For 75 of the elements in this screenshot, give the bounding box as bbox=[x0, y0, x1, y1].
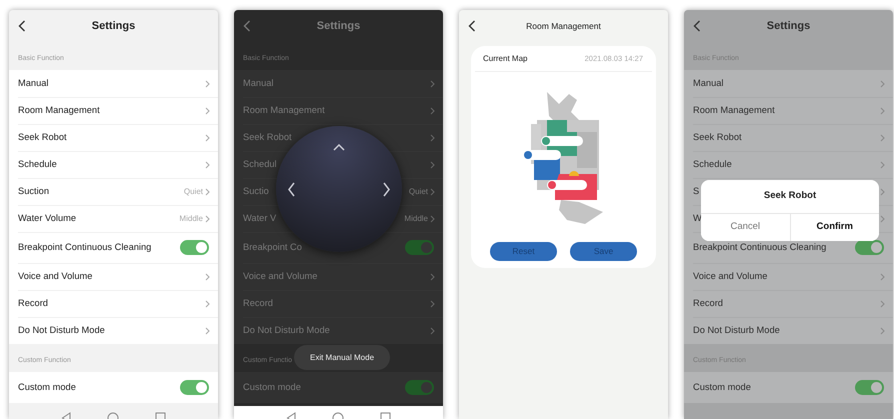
setting-label: Custom mode bbox=[18, 380, 76, 394]
chevron-right-icon bbox=[205, 272, 210, 280]
menu-item[interactable]: Voice and Volume bbox=[693, 270, 768, 284]
screen-title: Settings bbox=[316, 18, 360, 34]
chevron-right-icon bbox=[430, 214, 435, 222]
menu-item[interactable]: Seek Robot bbox=[18, 130, 67, 144]
setting-label: Breakpoint Co bbox=[243, 240, 302, 254]
menu-item[interactable]: Schedule bbox=[18, 158, 57, 172]
menu-item[interactable]: W bbox=[693, 212, 702, 226]
chevron-right-icon bbox=[880, 134, 885, 142]
chevron-right-icon bbox=[205, 214, 210, 222]
menu-item[interactable]: Record bbox=[18, 296, 48, 310]
card-title: Current Map bbox=[483, 52, 528, 64]
chevron-right-icon bbox=[430, 106, 435, 114]
chevron-right-icon bbox=[430, 188, 435, 196]
chevron-right-button[interactable] bbox=[383, 182, 390, 197]
setting-label: Breakpoint Continuous Cleaning bbox=[18, 240, 152, 254]
screen-title: Settings bbox=[92, 18, 136, 34]
chevron-right-icon bbox=[430, 160, 435, 168]
chevron-up-button[interactable] bbox=[333, 144, 345, 151]
chevron-right-icon bbox=[880, 80, 885, 88]
toggle-switch[interactable] bbox=[180, 240, 209, 255]
screen-title: Room Management bbox=[526, 20, 601, 32]
menu-item[interactable]: Seek Robot bbox=[693, 130, 742, 144]
menu-item[interactable]: Voice and Volume bbox=[18, 270, 92, 284]
dialog-title: Seek Robot bbox=[764, 189, 816, 204]
screen-title: Settings bbox=[766, 18, 810, 34]
chevron-right-icon bbox=[880, 106, 885, 114]
chevron-right-icon bbox=[430, 134, 435, 142]
value-label: Middle bbox=[179, 212, 203, 224]
back-button[interactable] bbox=[693, 20, 701, 32]
exit-manual-button[interactable]: Exit Manual Mode bbox=[294, 345, 390, 370]
toggle-switch[interactable] bbox=[405, 380, 434, 395]
chevron-right-icon bbox=[880, 214, 885, 222]
chevron-right-icon bbox=[205, 160, 210, 168]
value-label: Quiet bbox=[408, 186, 428, 198]
chevron-right-icon bbox=[205, 188, 210, 196]
menu-item[interactable]: Manual bbox=[18, 76, 48, 90]
chevron-right-icon bbox=[205, 326, 210, 334]
chevron-right-icon bbox=[430, 326, 435, 334]
chevron-right-icon bbox=[430, 80, 435, 88]
toggle-switch[interactable] bbox=[180, 380, 209, 395]
chevron-left-button[interactable] bbox=[288, 182, 295, 197]
chevron-right-icon bbox=[205, 106, 210, 114]
setting-label: Breakpoint Continuous Cleaning bbox=[693, 240, 826, 254]
toggle-switch[interactable] bbox=[405, 240, 434, 255]
menu-item[interactable]: Room Management bbox=[18, 104, 100, 118]
menu-item[interactable]: Water Volume bbox=[18, 212, 76, 226]
menu-item[interactable]: S bbox=[693, 184, 700, 198]
chevron-right-icon bbox=[205, 300, 210, 308]
chevron-right-icon bbox=[880, 188, 885, 196]
value-label: Middle bbox=[404, 212, 428, 224]
confirm-button[interactable]: Confirm bbox=[790, 214, 879, 241]
chevron-right-icon bbox=[430, 300, 435, 308]
chevron-right-icon bbox=[880, 300, 885, 308]
setting-label: Custom mode bbox=[243, 380, 301, 394]
chevron-right-icon bbox=[430, 272, 435, 280]
toggle-switch[interactable] bbox=[855, 380, 884, 395]
menu-item[interactable]: Record bbox=[693, 296, 723, 310]
menu-item[interactable]: Do Not Disturb Mode bbox=[693, 324, 780, 338]
menu-item[interactable]: Schedule bbox=[693, 158, 732, 172]
menu-item[interactable]: Room Management bbox=[693, 104, 775, 118]
setting-label: Custom mode bbox=[693, 380, 751, 394]
chevron-right-icon bbox=[205, 134, 210, 142]
chevron-right-icon bbox=[880, 326, 885, 334]
value-label: Quiet bbox=[184, 186, 203, 198]
menu-item[interactable]: Suction bbox=[18, 184, 50, 198]
menu-item[interactable]: Manual bbox=[693, 76, 724, 90]
menu-item[interactable]: Do Not Disturb Mode bbox=[18, 324, 105, 338]
chevron-right-icon bbox=[880, 272, 885, 280]
chevron-right-icon bbox=[205, 80, 210, 88]
chevron-right-icon bbox=[880, 160, 885, 168]
back-button[interactable] bbox=[468, 20, 476, 32]
toggle-switch[interactable] bbox=[855, 240, 884, 255]
back-button[interactable] bbox=[18, 20, 26, 32]
